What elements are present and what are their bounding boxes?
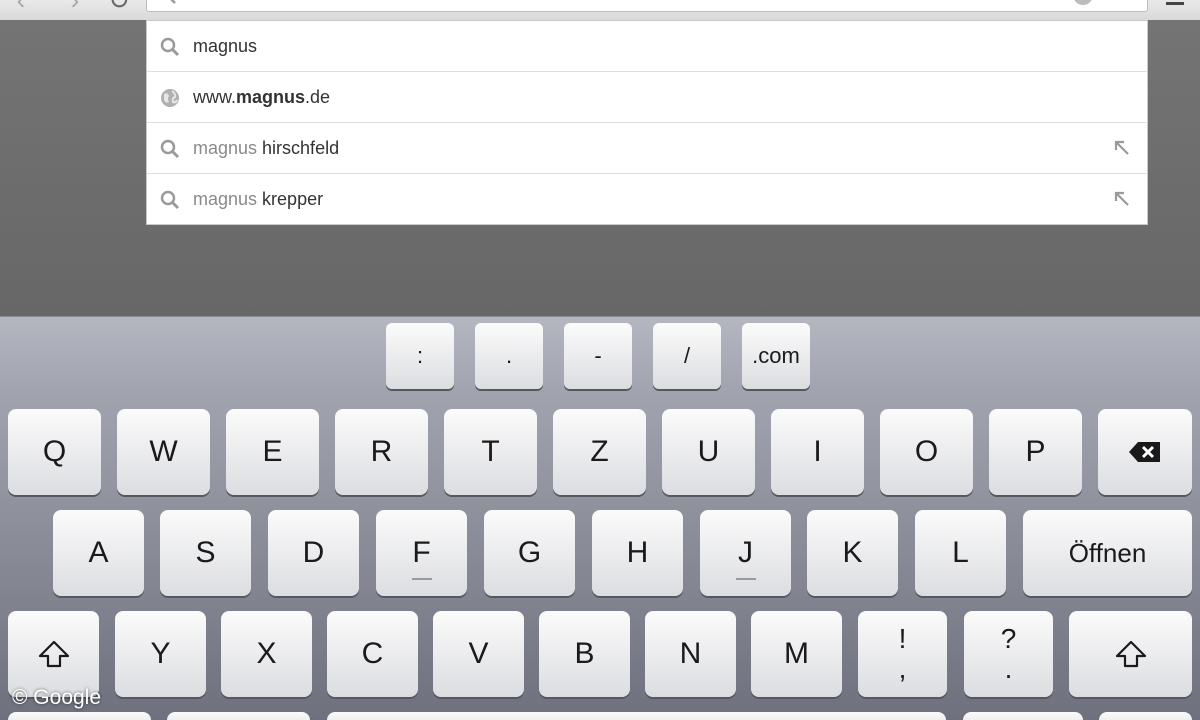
key-b[interactable]: B	[539, 611, 630, 697]
key-l[interactable]: L	[915, 510, 1006, 596]
forward-button-icon[interactable]: ›	[60, 0, 90, 13]
key-question-period[interactable]: ? .	[964, 611, 1053, 697]
key-t[interactable]: T	[444, 409, 537, 495]
key-c[interactable]: C	[327, 611, 418, 697]
numbers-key[interactable]	[8, 712, 151, 720]
suggestion-item[interactable]: magnus	[147, 21, 1147, 72]
key-m[interactable]: M	[751, 611, 842, 697]
key-dotcom[interactable]: .com	[742, 323, 810, 389]
key-exclamation-comma[interactable]: ! ,	[858, 611, 947, 697]
key-symbol-top: ?	[1000, 623, 1017, 654]
key-symbol-top: !	[898, 623, 907, 654]
back-button-icon[interactable]: ‹	[6, 0, 36, 13]
search-icon	[160, 190, 180, 210]
suggestion-text: magnus	[193, 35, 257, 57]
omnibox-input[interactable]: magnus	[189, 0, 248, 11]
shift-icon	[1115, 640, 1146, 668]
insert-suggestion-arrow-icon[interactable]	[1113, 139, 1131, 157]
menu-icon[interactable]	[1166, 2, 1184, 5]
clear-icon[interactable]	[1073, 0, 1093, 5]
suggestion-text-segment: magnus	[193, 36, 258, 56]
key-w[interactable]: W	[117, 409, 210, 495]
copyright-watermark: © Google	[12, 686, 102, 709]
reload-icon[interactable]: ↻	[104, 0, 134, 13]
browser-toolbar: ‹ › ↻ magnus	[0, 0, 1200, 20]
key-v[interactable]: V	[433, 611, 524, 697]
suggestion-text: magnus hirschfeld	[193, 137, 339, 159]
key-hyphen[interactable]: -	[564, 323, 632, 389]
key-y[interactable]: Y	[115, 611, 206, 697]
search-icon	[160, 139, 180, 159]
key-q[interactable]: Q	[8, 409, 101, 495]
key-j[interactable]: J	[700, 510, 791, 596]
onscreen-keyboard: Q W E R T Z U I O P A S D F G H J K L Öf…	[0, 399, 1200, 720]
suggestion-item[interactable]: magnus krepper	[147, 174, 1147, 225]
globe-icon	[161, 89, 179, 107]
key-n[interactable]: N	[645, 611, 736, 697]
key-r[interactable]: R	[335, 409, 428, 495]
search-icon	[160, 37, 180, 57]
suggestion-text-segment: www.	[193, 87, 237, 107]
suggestion-text: www.magnus.de	[193, 86, 330, 108]
backspace-key[interactable]	[1098, 409, 1192, 495]
key-z[interactable]: Z	[553, 409, 646, 495]
microphone-icon[interactable]	[1117, 0, 1133, 1]
key-slash[interactable]: /	[653, 323, 721, 389]
insert-suggestion-arrow-icon[interactable]	[1113, 190, 1131, 208]
shift-key-right[interactable]	[1069, 611, 1192, 697]
keyboard-key[interactable]	[167, 712, 310, 720]
suggestion-text-segment: magnus	[193, 189, 263, 209]
key-x[interactable]: X	[221, 611, 312, 697]
key-a[interactable]: A	[53, 510, 144, 596]
suggestion-text-segment: magnus	[193, 138, 263, 158]
suggestion-item[interactable]: magnus hirschfeld	[147, 123, 1147, 174]
numbers-key-right[interactable]	[963, 712, 1083, 720]
suggestion-text-segment: hirschfeld	[262, 138, 340, 158]
shift-key-left[interactable]	[8, 611, 99, 697]
suggestion-item[interactable]: www.magnus.de	[147, 72, 1147, 123]
omnibox-suggestions: magnus www.magnus.de magnus hirschfeld m…	[146, 20, 1148, 225]
key-symbol-bottom: ,	[898, 653, 907, 684]
key-u[interactable]: U	[662, 409, 755, 495]
hide-keyboard-key[interactable]	[1099, 712, 1192, 720]
key-p[interactable]: P	[989, 409, 1082, 495]
key-f[interactable]: F	[376, 510, 467, 596]
shift-icon	[38, 640, 69, 668]
space-key[interactable]	[327, 712, 946, 720]
key-symbol-bottom: .	[1004, 653, 1013, 684]
key-k[interactable]: K	[807, 510, 898, 596]
key-h[interactable]: H	[592, 510, 683, 596]
omnibox-search-icon	[170, 0, 176, 4]
key-period[interactable]: .	[475, 323, 543, 389]
suggestion-text: magnus krepper	[193, 188, 323, 210]
suggestion-text-segment: magnus	[236, 87, 306, 107]
key-d[interactable]: D	[268, 510, 359, 596]
keyboard-accessory-bar: : . - / .com	[0, 316, 1200, 400]
omnibox[interactable]: magnus	[146, 0, 1148, 12]
suggestion-text-segment: .de	[305, 87, 331, 107]
key-o[interactable]: O	[880, 409, 973, 495]
key-s[interactable]: S	[160, 510, 251, 596]
backspace-icon	[1129, 442, 1160, 462]
key-colon[interactable]: :	[386, 323, 454, 389]
key-i[interactable]: I	[771, 409, 864, 495]
open-key[interactable]: Öffnen	[1023, 510, 1192, 596]
suggestion-text-segment: krepper	[262, 189, 324, 209]
key-e[interactable]: E	[226, 409, 319, 495]
key-g[interactable]: G	[484, 510, 575, 596]
